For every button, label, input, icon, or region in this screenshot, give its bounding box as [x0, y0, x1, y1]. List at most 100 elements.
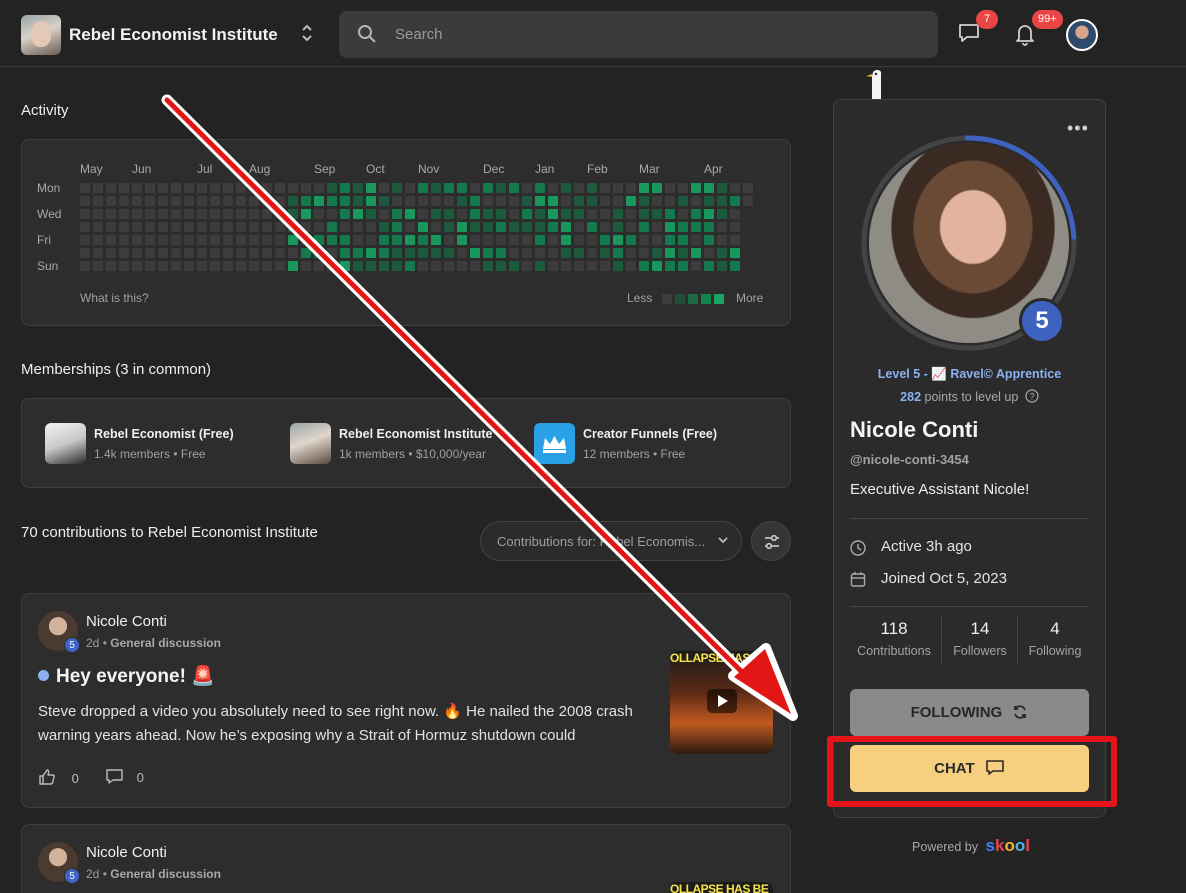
heatmap-cell [119, 248, 129, 258]
heatmap-cell [379, 261, 389, 271]
heatmap-cell [652, 222, 662, 232]
heatmap-cell [171, 261, 181, 271]
heatmap-cell [171, 209, 181, 219]
heatmap-cell [535, 235, 545, 245]
comment-button[interactable]: 0 [105, 768, 144, 785]
video-thumbnail[interactable]: OLLAPSE HAS BE [670, 651, 773, 754]
search-bar[interactable] [339, 11, 938, 58]
level-badge: 5 [64, 637, 80, 653]
heatmap-cell [483, 209, 493, 219]
heatmap-cell [574, 196, 584, 206]
profile-name: Nicole Conti [850, 417, 979, 442]
heatmap-cell [405, 183, 415, 193]
heatmap-cell [561, 261, 571, 271]
heatmap-cell [730, 261, 740, 271]
heatmap-cell [314, 222, 324, 232]
heatmap-cell [496, 261, 506, 271]
heatmap-cell [548, 209, 558, 219]
heatmap-cell [301, 261, 311, 271]
post-category[interactable]: General discussion [110, 867, 221, 881]
heatmap-cell [340, 248, 350, 258]
heatmap-cell [613, 183, 623, 193]
what-is-this-link[interactable]: What is this? [80, 291, 149, 305]
contributions-filter-dropdown[interactable]: Contributions for: Rebel Economis... [480, 521, 742, 561]
user-avatar[interactable] [1066, 19, 1098, 51]
heatmap-cell [652, 261, 662, 271]
memberships-card [21, 398, 791, 488]
heatmap-cell [717, 261, 727, 271]
heatmap-cell [340, 261, 350, 271]
heatmap-cell [405, 235, 415, 245]
heatmap-cell [379, 196, 389, 206]
powered-by[interactable]: Powered by skool [912, 836, 1030, 856]
heatmap-cell [561, 222, 571, 232]
membership-sub: 12 members • Free [583, 447, 686, 461]
heatmap-cell [574, 222, 584, 232]
heatmap-cell [626, 222, 636, 232]
filter-settings-button[interactable] [751, 521, 791, 561]
heatmap-cell [405, 261, 415, 271]
search-input[interactable] [395, 23, 895, 45]
heatmap-cell [210, 261, 220, 271]
like-button[interactable]: 0 [38, 768, 79, 786]
heatmap-cell [197, 196, 207, 206]
thumbs-up-icon [39, 769, 55, 785]
chat-icon[interactable] [957, 22, 981, 49]
heatmap-cell [626, 209, 636, 219]
heatmap-cell [197, 183, 207, 193]
heatmap-cell [470, 261, 480, 271]
stat-followers[interactable]: 14 Followers [944, 619, 1016, 658]
heatmap-cell [444, 222, 454, 232]
heatmap-cell [210, 222, 220, 232]
notification-badge: 99+ [1032, 10, 1063, 29]
heatmap-cell [405, 222, 415, 232]
community-logo[interactable] [21, 15, 61, 55]
heatmap-cell [613, 248, 623, 258]
heatmap-cell [639, 261, 649, 271]
community-name[interactable]: Rebel Economist Institute [69, 25, 278, 45]
heatmap-cell [574, 183, 584, 193]
heatmap-cell [431, 261, 441, 271]
heatmap-cell [197, 261, 207, 271]
following-button[interactable]: FOLLOWING [850, 689, 1089, 736]
heatmap-cell [353, 209, 363, 219]
heatmap-cell [678, 183, 688, 193]
comment-icon [106, 769, 123, 784]
heatmap-cell [119, 261, 129, 271]
heatmap-cell [496, 248, 506, 258]
heatmap-cell [80, 235, 90, 245]
post-title[interactable]: Hey everyone! 🚨 [38, 664, 215, 688]
heatmap-cell [80, 183, 90, 193]
video-thumbnail[interactable]: OLLAPSE HAS BE [670, 882, 773, 893]
stat-contributions: 118 Contributions [850, 619, 938, 658]
heatmap-cell [314, 183, 324, 193]
heatmap-cell [392, 248, 402, 258]
heatmap-cell [600, 222, 610, 232]
heatmap-cell [431, 196, 441, 206]
heatmap-cell [418, 235, 428, 245]
heatmap-cell [301, 196, 311, 206]
month-label: Jul [197, 162, 213, 176]
chat-badge: 7 [976, 10, 998, 29]
heatmap-cell [574, 261, 584, 271]
heatmap-cell [691, 235, 701, 245]
heatmap-cell [184, 248, 194, 258]
heatmap-cell [600, 209, 610, 219]
bell-icon[interactable] [1014, 22, 1036, 51]
heatmap-cell [496, 235, 506, 245]
heatmap-cell [665, 196, 675, 206]
heatmap-cell [457, 261, 467, 271]
heatmap-cell [132, 183, 142, 193]
divider [1017, 616, 1018, 664]
heatmap-cell [106, 222, 116, 232]
post-category[interactable]: General discussion [110, 636, 221, 650]
post-author[interactable]: Nicole Conti [86, 844, 167, 861]
heatmap-cell [444, 261, 454, 271]
heatmap-cell [418, 183, 428, 193]
stat-following[interactable]: 4 Following [1020, 619, 1090, 658]
help-icon[interactable]: ? [1025, 389, 1039, 403]
heatmap-cell [275, 183, 285, 193]
post-author[interactable]: Nicole Conti [86, 613, 167, 630]
joined-text: Joined Oct 5, 2023 [881, 570, 1007, 587]
chevron-updown-icon[interactable] [298, 22, 316, 45]
